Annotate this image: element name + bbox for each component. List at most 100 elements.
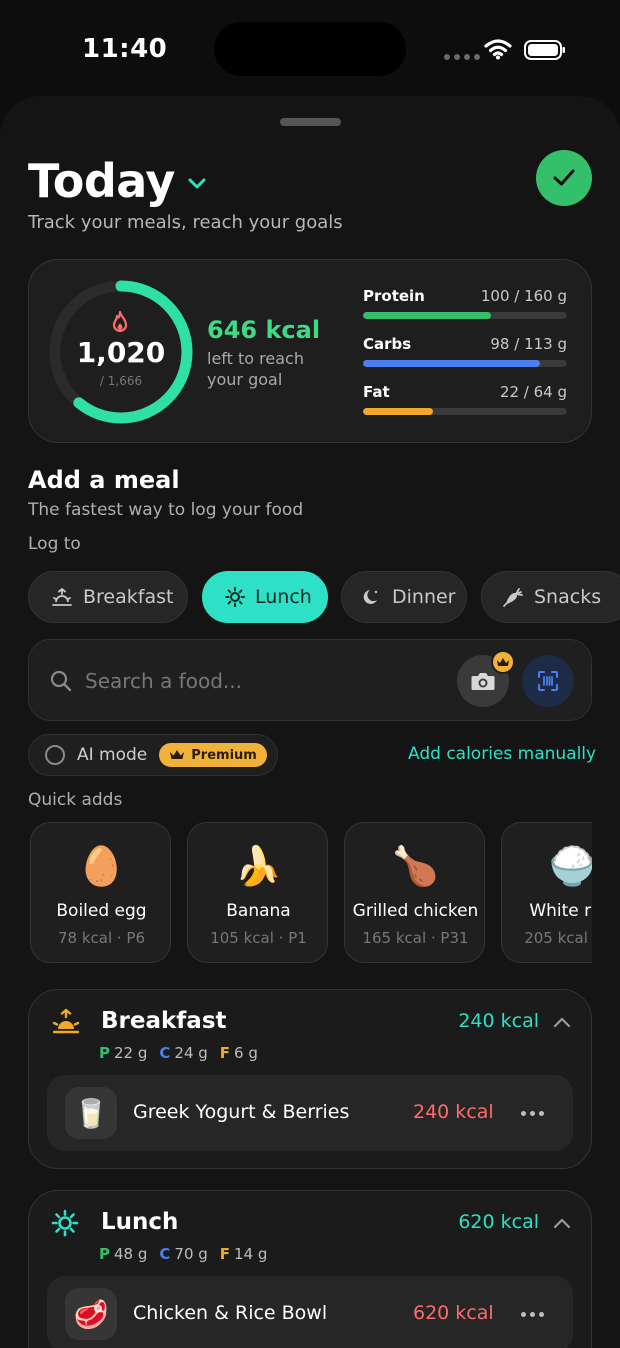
macro-protein: Protein 100 / 160 g (363, 287, 567, 319)
food-entry-kcal: 620 kcal (413, 1302, 494, 1324)
meal-total-kcal: 620 kcal (458, 1211, 539, 1233)
dynamic-island (214, 22, 406, 76)
sun-icon (51, 1209, 79, 1237)
page-title: Today (28, 154, 175, 208)
chevron-down-icon (188, 178, 206, 189)
macro-value: 22 / 64 g (499, 383, 567, 401)
quick-add-banana[interactable]: 🍌 Banana 105 kcal · P1 (187, 822, 328, 963)
macro-name: Carbs (363, 335, 412, 353)
calories-remaining: 646 kcal (207, 316, 321, 344)
add-meal-subtitle: The fastest way to log your food (28, 500, 304, 520)
status-bar: 11:40 (0, 0, 620, 100)
food-entry[interactable]: 🥛 Greek Yogurt & Berries 240 kcal (47, 1075, 573, 1151)
date-selector[interactable]: Today (28, 154, 207, 208)
today-sheet: Today Track your meals, reach your goals… (0, 96, 620, 1348)
macro-progress-bar (363, 360, 567, 367)
macro-progress-fill (363, 360, 540, 367)
sheet-grabber[interactable] (280, 118, 341, 126)
meal-name: Lunch (101, 1209, 179, 1235)
chip-breakfast[interactable]: Breakfast (28, 571, 188, 623)
chip-label: Lunch (255, 586, 312, 608)
meal-fat: F6 g (219, 1044, 258, 1062)
food-entry[interactable]: 🥩 Chicken & Rice Bowl 620 kcal (47, 1276, 573, 1348)
calorie-summary-card: 1,020 / 1,666 646 kcal left to reach you… (28, 259, 592, 443)
chip-label: Snacks (534, 586, 602, 608)
sun-icon (225, 587, 245, 607)
search-input[interactable] (85, 666, 445, 696)
chip-label: Breakfast (83, 586, 174, 608)
macro-value: 100 / 160 g (480, 287, 567, 305)
add-meal-title: Add a meal (28, 466, 180, 494)
meat-icon: 🥩 (65, 1288, 117, 1340)
macro-value: 98 / 113 g (490, 335, 567, 353)
quick-add-name: Grilled chicken (352, 901, 479, 921)
macro-carbs: Carbs 98 / 113 g (363, 335, 567, 367)
more-options-icon[interactable] (521, 1111, 544, 1116)
chevron-up-icon[interactable] (553, 1217, 571, 1229)
premium-badge: Premium (159, 743, 267, 767)
premium-label: Premium (191, 747, 257, 763)
quick-adds-carousel[interactable]: 🥚 Boiled egg 78 kcal · P6 🍌 Banana 105 k… (28, 820, 592, 966)
macro-progress-bar (363, 408, 567, 415)
barcode-scan-button[interactable] (522, 655, 574, 707)
meal-protein: P 22 g (99, 1044, 148, 1062)
moon-icon (363, 590, 378, 604)
macro-progress-bar (363, 312, 567, 319)
chicken-leg-icon: 🍗 (391, 844, 440, 888)
food-entry-kcal: 240 kcal (413, 1101, 494, 1123)
chevron-up-icon[interactable] (553, 1016, 571, 1028)
meal-protein: P 48 g (99, 1245, 148, 1263)
signal-dots-icon (444, 54, 480, 60)
quick-add-meta: 165 kcal · P31 (362, 929, 469, 947)
meal-card-breakfast[interactable]: Breakfast 240 kcal P 22 g C 24 g F6 g 🥛 Gr… (28, 989, 592, 1169)
premium-crown-badge (491, 650, 515, 674)
sunrise-icon (52, 1008, 80, 1034)
macro-name: Protein (363, 287, 425, 305)
macro-fat: Fat 22 / 64 g (363, 383, 567, 415)
ai-mode-toggle[interactable]: AI mode Premium (28, 734, 278, 776)
done-button[interactable] (536, 150, 592, 206)
meal-card-lunch[interactable]: Lunch 620 kcal P 48 g C 70 g F 14 g 🥩 Chick… (28, 1190, 592, 1348)
chip-label: Dinner (392, 586, 456, 608)
macro-progress-fill (363, 312, 491, 319)
status-time: 11:40 (82, 34, 168, 64)
food-search-bar (28, 639, 592, 721)
quick-add-name: Boiled egg (56, 901, 147, 921)
quick-add-boiled-egg[interactable]: 🥚 Boiled egg 78 kcal · P6 (30, 822, 171, 963)
macro-name: Fat (363, 383, 390, 401)
meal-macros: P 22 g C 24 g F6 g (99, 1044, 258, 1062)
meal-fat: F 14 g (219, 1245, 268, 1263)
rice-bowl-icon: 🍚 (548, 844, 592, 888)
meal-total-kcal: 240 kcal (458, 1010, 539, 1032)
banana-icon: 🍌 (234, 844, 283, 888)
meal-carbs: C 70 g (159, 1245, 208, 1263)
camera-icon (471, 673, 495, 690)
search-icon (50, 670, 72, 692)
wifi-icon (484, 39, 512, 60)
chip-dinner[interactable]: Dinner (341, 571, 467, 623)
log-to-label: Log to (28, 534, 81, 554)
chip-snacks[interactable]: Snacks (481, 571, 620, 623)
food-entry-name: Chicken & Rice Bowl (133, 1302, 328, 1324)
ai-mode-radio[interactable] (45, 745, 65, 765)
meal-carbs: C 24 g (159, 1044, 208, 1062)
quick-add-grilled-chicken[interactable]: 🍗 Grilled chicken 165 kcal · P31 (344, 822, 485, 963)
food-entry-name: Greek Yogurt & Berries (133, 1101, 350, 1123)
egg-icon: 🥚 (77, 844, 126, 888)
page-subtitle: Track your meals, reach your goals (28, 212, 343, 233)
quick-add-white-rice[interactable]: 🍚 White rice 205 kcal · P4 (501, 822, 592, 963)
calories-consumed: 1,020 (76, 336, 166, 369)
macro-progress-fill (363, 408, 434, 415)
ai-mode-label: AI mode (77, 745, 148, 765)
meal-name: Breakfast (101, 1008, 227, 1034)
yogurt-icon: 🥛 (65, 1087, 117, 1139)
sunrise-icon (52, 588, 72, 606)
meal-macros: P 48 g C 70 g F 14 g (99, 1245, 267, 1263)
quick-add-name: White rice (529, 901, 592, 921)
more-options-icon[interactable] (521, 1312, 544, 1317)
chip-lunch[interactable]: Lunch (202, 571, 328, 623)
quick-add-name: Banana (226, 901, 291, 921)
calorie-goal: / 1,666 (99, 374, 143, 388)
add-calories-manually-link[interactable]: Add calories manually (408, 744, 596, 764)
checkmark-icon (553, 169, 575, 186)
